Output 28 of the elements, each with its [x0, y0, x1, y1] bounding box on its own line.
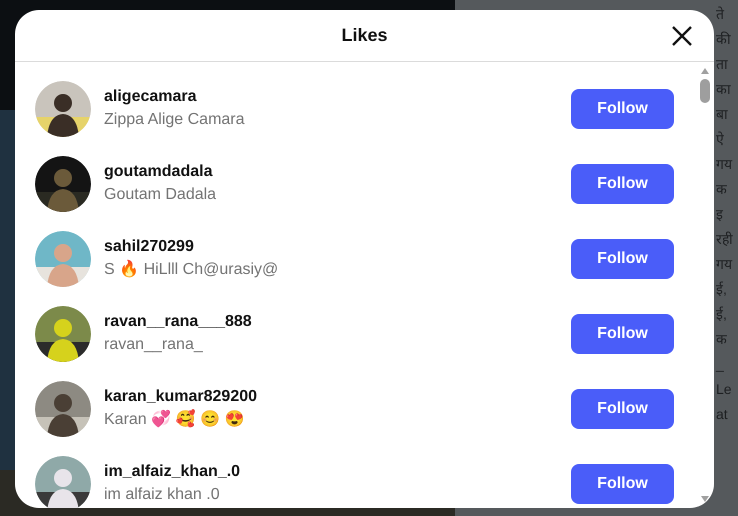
background-text: रही	[716, 230, 733, 249]
background-text: का	[716, 80, 731, 99]
background-text: _	[716, 355, 724, 374]
background-text: ई,	[716, 305, 727, 324]
background-text: Le	[716, 380, 732, 399]
background-text: ई,	[716, 280, 727, 299]
scroll-thumb[interactable]	[700, 79, 710, 103]
follow-button[interactable]: Follow	[571, 388, 674, 428]
follow-button[interactable]: Follow	[571, 238, 674, 278]
background-text: गय	[716, 255, 732, 274]
scroll-up-icon[interactable]	[701, 68, 709, 74]
background-text: ऐ	[716, 130, 724, 149]
close-icon	[671, 25, 693, 47]
background-text: गय	[716, 155, 732, 174]
follow-button[interactable]: Follow	[571, 464, 674, 504]
background-text: ते	[716, 5, 724, 24]
background-text: इ	[716, 205, 723, 224]
scroll-down-icon[interactable]	[701, 496, 709, 502]
follow-button[interactable]: Follow	[571, 314, 674, 354]
close-button[interactable]	[670, 24, 694, 48]
background-text: बा	[716, 105, 728, 124]
follow-button[interactable]: Follow	[571, 164, 674, 204]
background-text: क	[716, 180, 727, 199]
background-text: की	[716, 30, 731, 49]
background-text: at	[716, 405, 728, 424]
follow-button[interactable]: Follow	[571, 88, 674, 128]
background-text: ता	[716, 55, 728, 74]
background-text: क	[716, 330, 727, 349]
